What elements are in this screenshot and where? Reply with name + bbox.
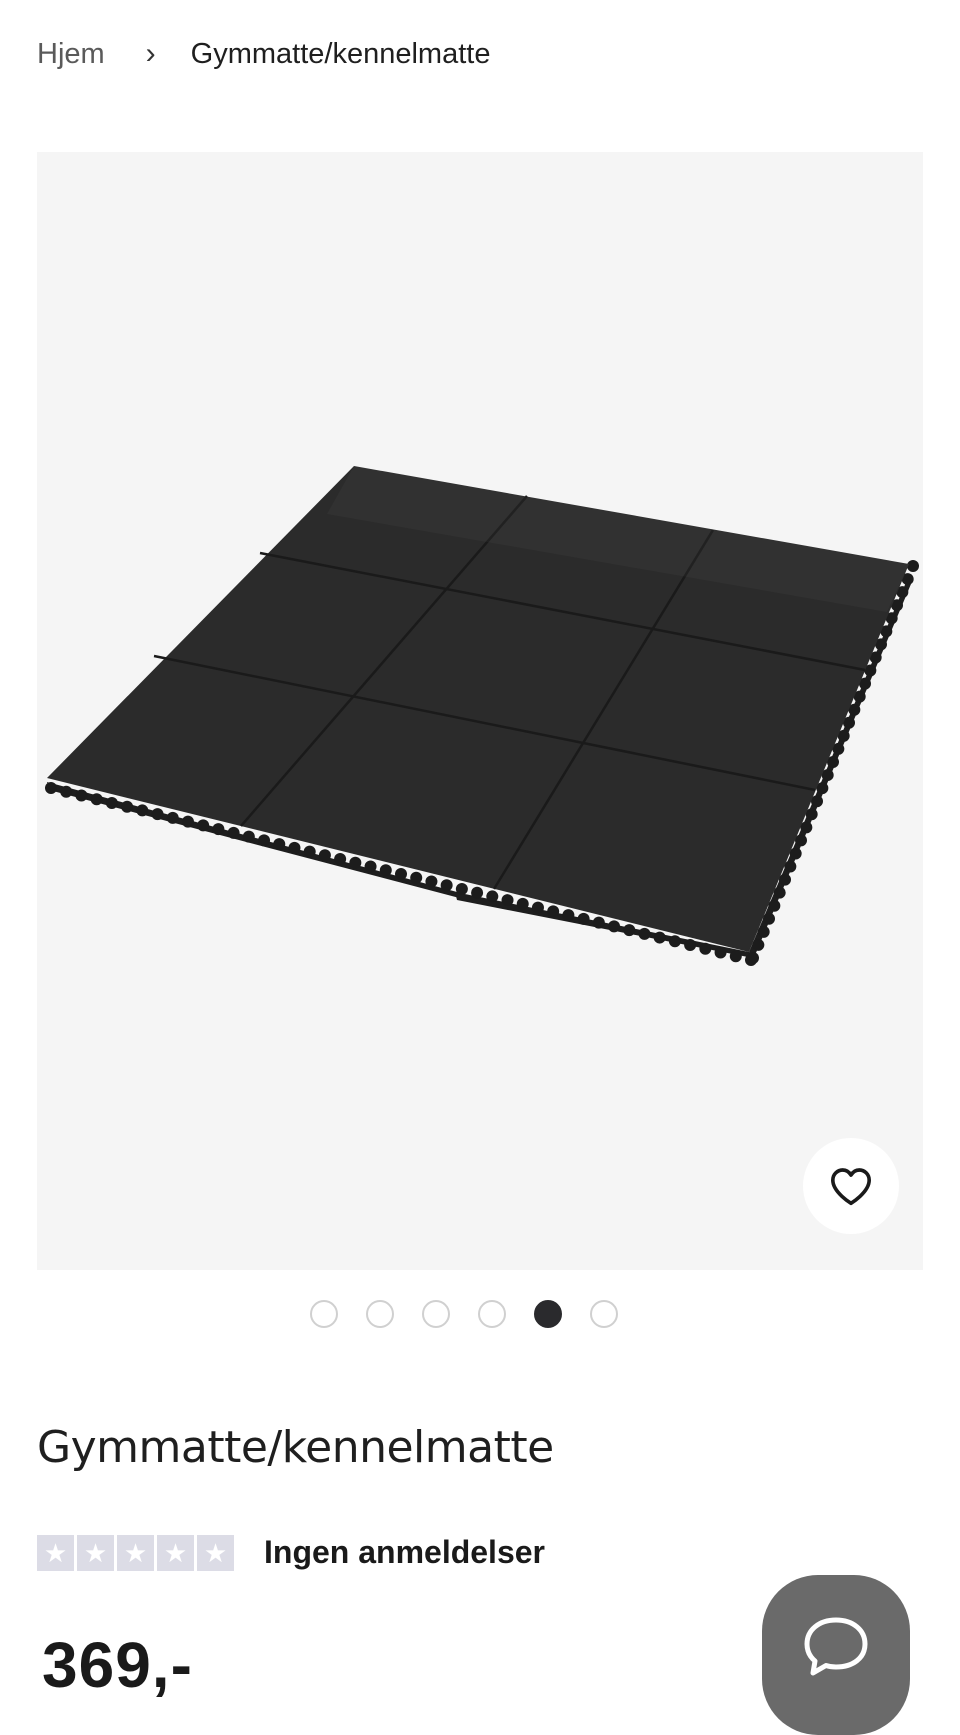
star-icon: ★ (197, 1534, 234, 1571)
breadcrumb-current: Gymmatte/kennelmatte (190, 37, 491, 70)
carousel-dot[interactable] (478, 1300, 506, 1328)
carousel-dot[interactable] (590, 1300, 618, 1328)
star-icon: ★ (157, 1534, 194, 1571)
star-icon: ★ (37, 1534, 74, 1571)
carousel-dot[interactable] (534, 1300, 562, 1328)
carousel-dot[interactable] (422, 1300, 450, 1328)
carousel-dot[interactable] (310, 1300, 338, 1328)
heart-icon (830, 1168, 871, 1206)
chat-bubble-icon (804, 1617, 868, 1676)
product-image (45, 466, 919, 966)
chevron-right-icon: › (145, 37, 156, 70)
breadcrumb-home-link[interactable]: Hjem (37, 38, 105, 71)
product-price: 369,- (42, 1629, 193, 1701)
carousel-dots (310, 1300, 618, 1328)
carousel-dot[interactable] (366, 1300, 394, 1328)
reviews-count-label: Ingen anmeldelser (264, 1534, 545, 1570)
wishlist-button[interactable] (803, 1138, 899, 1234)
rating-stars: ★ ★ ★ ★ ★ (37, 1534, 234, 1571)
product-title: Gymmatte/kennelmatte (37, 1422, 554, 1473)
star-icon: ★ (117, 1534, 154, 1571)
product-rating[interactable]: ★ ★ ★ ★ ★ Ingen anmeldelser (37, 1534, 545, 1571)
breadcrumb: Hjem › Gymmatte/kennelmatte (37, 30, 490, 78)
star-icon: ★ (77, 1534, 114, 1571)
chat-button[interactable] (762, 1575, 910, 1735)
product-image-gallery[interactable] (37, 152, 923, 1270)
